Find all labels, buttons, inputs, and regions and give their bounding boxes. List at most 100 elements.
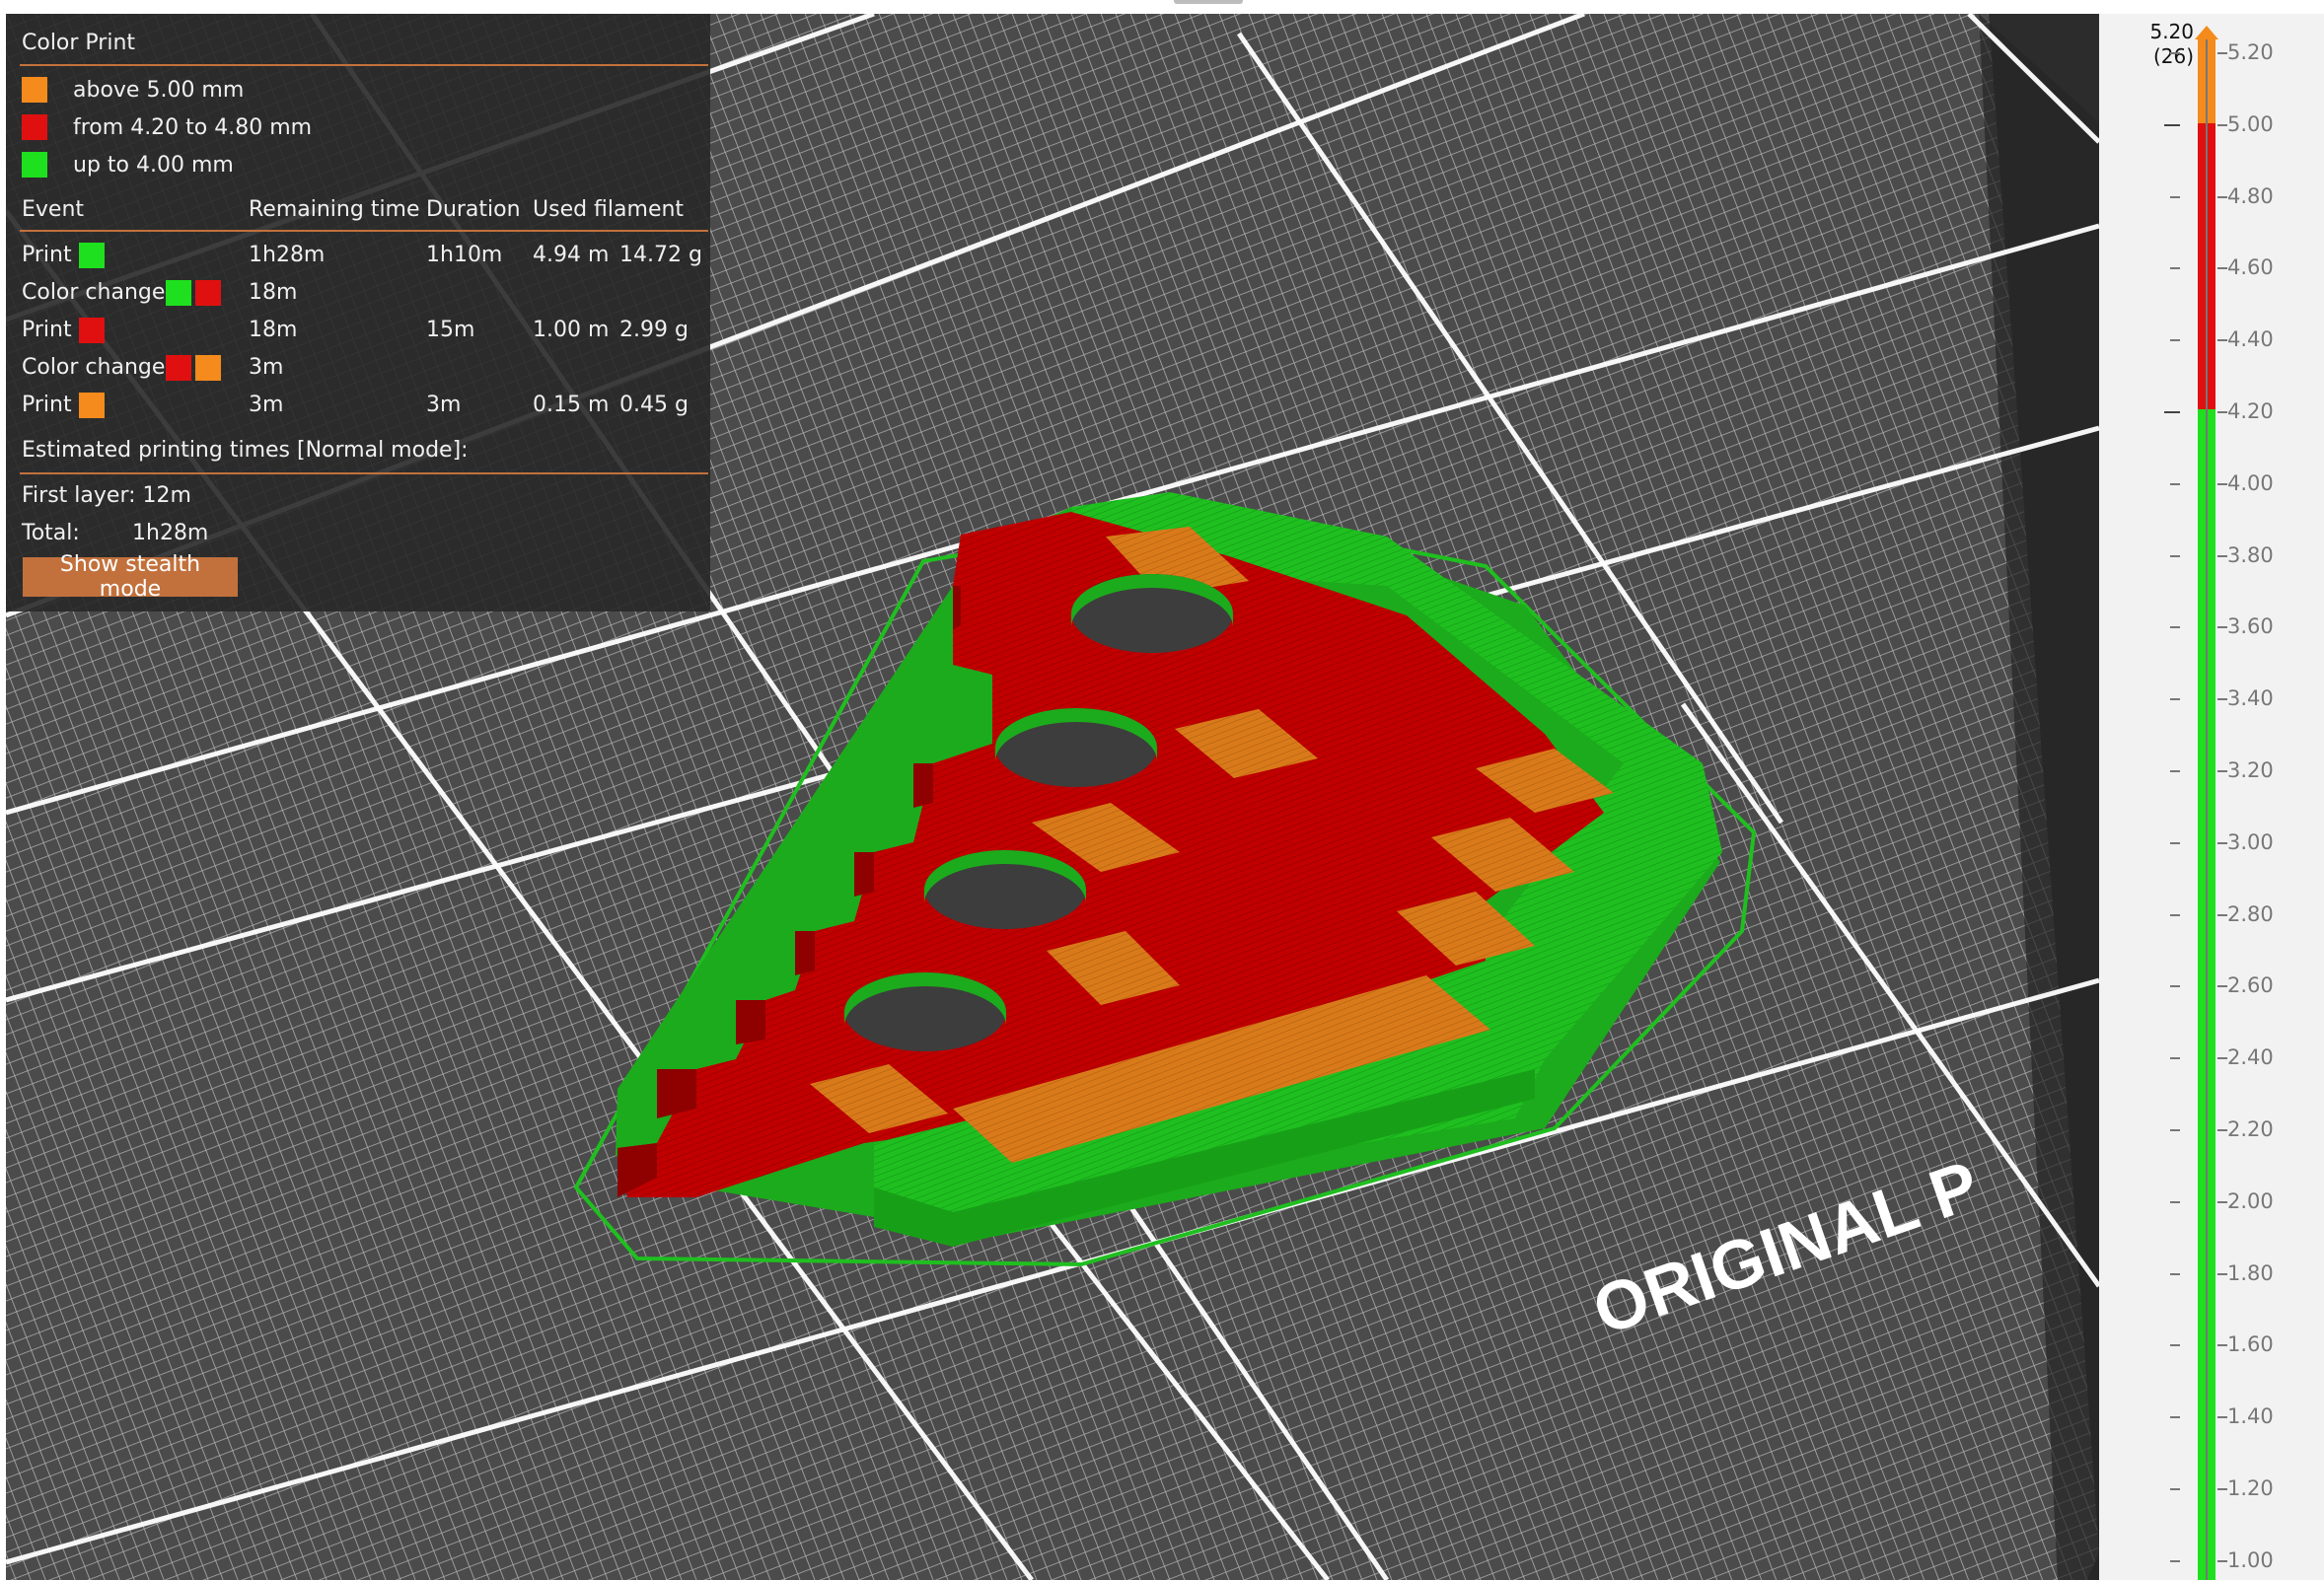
slider-tick-mark [2170,195,2180,198]
slider-tick-mark [2217,482,2227,485]
slider-tick-mark [2170,1559,2180,1562]
legend-separator [20,64,708,66]
total-label: Total: [22,521,80,545]
slider-tick-mark [2170,482,2180,485]
event-color-swatch [166,280,191,306]
slider-tick-label: 3.60 [2227,614,2274,639]
slider-tick-mark [2164,123,2180,126]
slider-tick-mark [2217,195,2227,198]
slider-tick-mark [2217,1488,2227,1490]
slider-tick-mark [2217,913,2227,916]
event-weight: 0.45 g [619,393,689,417]
legend-separator [20,230,708,232]
event-length: 1.00 m [533,318,610,342]
slider-tick-label: 4.20 [2227,399,2274,423]
slider-tick-mark [2170,698,2180,701]
slider-tick-mark [2217,554,2227,557]
show-stealth-mode-button[interactable]: Show stealth mode [23,552,238,602]
event-duration: 3m [426,393,462,417]
slider-tick-mark [2217,411,2227,413]
slider-tick-mark [2217,1344,2227,1347]
slider-tick-mark [2217,841,2227,844]
event-color-swatch [79,243,105,268]
slider-top-height: 5.20 [2149,20,2194,43]
slider-tick-mark [2217,698,2227,701]
slider-tick-label: 3.40 [2227,686,2274,711]
header-remaining-time: Remaining time [249,197,420,222]
event-remaining: 18m [249,318,298,342]
header-event: Event [22,197,85,222]
color-swatch-red [22,114,47,140]
event-name: Print [22,393,72,417]
slider-tick-label: 5.00 [2227,111,2274,136]
slider-tick-mark [2217,1057,2227,1060]
legend-range-label: from 4.20 to 4.80 mm [73,115,313,140]
slider-tick-mark [2217,1559,2227,1562]
event-remaining: 3m [249,355,284,380]
slider-tick-label: 3.00 [2227,829,2274,854]
slider-tick-label: 5.20 [2227,40,2274,64]
slider-tick-mark [2170,267,2180,270]
slider-tick-mark [2170,52,2180,54]
slider-tick-mark [2170,1416,2180,1419]
slider-current-value: 5.20 (26) [2099,20,2194,69]
event-duration: 15m [426,318,475,342]
event-length: 4.94 m [533,243,610,267]
color-swatch-green [22,152,47,178]
slider-tick-label: 2.00 [2227,1188,2274,1213]
slider-tick-mark [2170,985,2180,988]
slider-tick-mark [2217,626,2227,629]
event-color-swatch [195,280,221,306]
event-name: Color change [22,280,166,305]
first-layer-time: First layer: 12m [22,483,191,508]
slider-tick-mark [2217,1416,2227,1419]
event-remaining: 1h28m [249,243,326,267]
slider-tick-mark [2170,1057,2180,1060]
slider-tick-mark [2217,1129,2227,1131]
slider-tick-label: 3.80 [2227,542,2274,567]
header-duration: Duration [426,197,521,222]
slider-tick-label: 2.20 [2227,1117,2274,1141]
slider-tick-label: 2.60 [2227,973,2274,998]
slider-tick-label: 4.40 [2227,327,2274,352]
slider-thumb-arrow [2195,26,2218,39]
slider-tick-mark [2170,1344,2180,1347]
slider-tick-mark [2164,411,2180,413]
slider-tick-mark [2170,1488,2180,1490]
slider-tick-mark [2170,913,2180,916]
slider-tick-label: 2.40 [2227,1045,2274,1070]
event-color-swatch [166,355,191,381]
slider-tick-label: 4.80 [2227,183,2274,208]
estimated-times-label: Estimated printing times [Normal mode]: [22,438,469,463]
event-remaining: 3m [249,393,284,417]
event-color-swatch [195,355,221,381]
event-color-swatch [79,393,105,418]
total-value: 1h28m [132,521,209,545]
slider-tick-label: 1.00 [2227,1547,2274,1572]
slider-tick-label: 1.80 [2227,1260,2274,1285]
slider-tick-mark [2170,1200,2180,1203]
event-name: Print [22,243,72,267]
event-name: Color change [22,355,166,380]
legend-range-label: up to 4.00 mm [73,153,234,178]
color-swatch-orange [22,77,47,103]
header-used-filament: Used filament [533,197,685,222]
slider-tick-mark [2217,1200,2227,1203]
legend-title: Color Print [22,31,136,55]
slider-tick-mark [2217,339,2227,342]
slider-tick-label: 1.60 [2227,1332,2274,1357]
slider-tick-label: 1.40 [2227,1404,2274,1429]
top-resize-tab[interactable] [1174,0,1243,4]
event-length: 0.15 m [533,393,610,417]
slider-tick-mark [2170,841,2180,844]
slider-tick-mark [2170,339,2180,342]
slider-tick-label: 4.60 [2227,255,2274,280]
slider-tick-mark [2170,770,2180,772]
slider-tick-mark [2170,554,2180,557]
slider-tick-mark [2217,1272,2227,1275]
event-remaining: 18m [249,280,298,305]
slider-tick-label: 1.20 [2227,1476,2274,1500]
legend-range-label: above 5.00 mm [73,78,245,103]
event-duration: 1h10m [426,243,503,267]
layer-height-slider[interactable]: 5.20 (26) 5.20 5.00 4.80 4.60 4.40 4.20 4.00 3.… [2099,14,2324,1580]
